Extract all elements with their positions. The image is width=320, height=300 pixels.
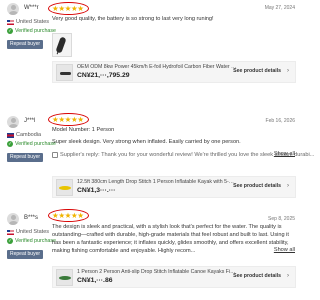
repeat-buyer-badge: Repeat buyer xyxy=(7,40,44,49)
verified-purchase: ✓ Verified purchase xyxy=(7,141,56,147)
product-thumbnail xyxy=(56,179,73,196)
star-rating: ★★★★★ xyxy=(52,4,84,13)
avatar xyxy=(7,3,19,15)
reviewer-name: J***l xyxy=(24,118,36,124)
see-product-details-link[interactable]: See product details xyxy=(233,183,281,189)
star-rating: ★★★★★ xyxy=(52,211,84,220)
show-all-reply-link[interactable]: Show all xyxy=(274,151,295,157)
us-flag-icon xyxy=(7,19,14,25)
review-date: May 27, 2024 xyxy=(264,5,295,11)
us-flag-icon xyxy=(7,229,14,235)
see-product-details-link[interactable]: See product details xyxy=(233,68,281,74)
product-name: 1 Person 2 Person Anti-slip Drop Stitch … xyxy=(77,269,237,275)
avatar xyxy=(7,213,19,225)
model-number: Model Number: 1 Person xyxy=(52,127,115,133)
review-card: W***r United States ✓ Verified purchase … xyxy=(0,0,300,89)
review-card: J***l Cambodia ✓ Verified purchase Repea… xyxy=(0,111,314,207)
review-date: Sep 8, 2025 xyxy=(268,216,295,222)
verified-purchase: ✓ Verified purchase xyxy=(7,238,56,244)
review-text: Super sleek design. Very strong when inf… xyxy=(52,139,241,145)
product-card[interactable]: 12.5ft 380cm Length Drop Stitch 1 Person… xyxy=(52,176,296,198)
repeat-buyer-badge: Repeat buyer xyxy=(7,250,44,259)
reviewer-country: United States xyxy=(7,19,49,25)
product-price: CN¥1,3···.··· xyxy=(77,187,116,194)
product-name: 12.5ft 380cm Length Drop Stitch 1 Person… xyxy=(77,179,237,185)
review-date: Feb 16, 2026 xyxy=(265,118,295,124)
product-card[interactable]: OEM ODM 8kw Power 45km/h E-foil Hydrofoi… xyxy=(52,61,296,83)
check-icon: ✓ xyxy=(7,238,13,244)
product-thumbnail xyxy=(56,64,73,81)
chevron-right-icon: › xyxy=(287,68,289,74)
star-rating: ★★★★★ xyxy=(52,115,84,124)
product-card[interactable]: 1 Person 2 Person Anti-slip Drop Stitch … xyxy=(52,266,296,288)
product-price: CN¥1,···.86 xyxy=(77,277,113,284)
reviewer-name: B***s xyxy=(24,215,39,221)
cambodia-flag-icon xyxy=(7,132,14,138)
repeat-buyer-badge: Repeat buyer xyxy=(7,153,44,162)
avatar xyxy=(7,116,19,128)
hydrofoil-board-icon xyxy=(55,36,67,54)
reviewer-name: W***r xyxy=(24,5,39,11)
chevron-right-icon: › xyxy=(287,273,289,279)
verified-purchase: ✓ Verified purchase xyxy=(7,28,56,34)
reviewer-country: Cambodia xyxy=(7,132,41,138)
review-text: The design is sleek and practical, with … xyxy=(52,224,289,254)
product-price: CN¥21,···,795.29 xyxy=(77,72,130,79)
review-card: B***s United States ✓ Verified purchase … xyxy=(0,207,300,300)
check-icon: ✓ xyxy=(7,141,13,147)
chevron-right-icon: › xyxy=(287,183,289,189)
see-product-details-link[interactable]: See product details xyxy=(233,273,281,279)
review-text: Very good quality, the battery is so str… xyxy=(52,16,214,22)
reply-icon xyxy=(52,151,58,158)
reviewer-country: United States xyxy=(7,229,49,235)
check-icon: ✓ xyxy=(7,28,13,34)
review-photo[interactable] xyxy=(52,33,72,57)
product-name: OEM ODM 8kw Power 45km/h E-foil Hydrofoi… xyxy=(77,64,237,70)
product-thumbnail xyxy=(56,269,73,286)
show-all-review-link[interactable]: Show all xyxy=(274,247,295,253)
